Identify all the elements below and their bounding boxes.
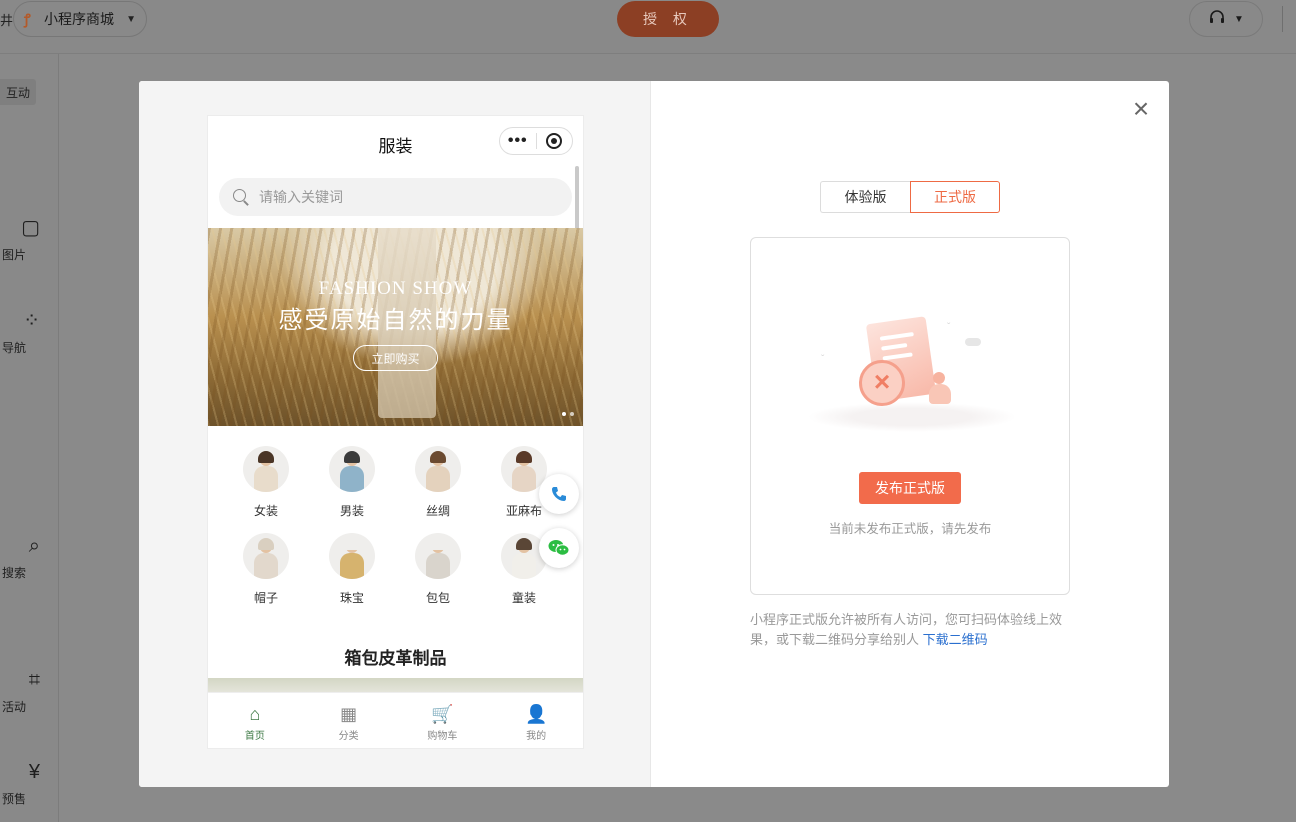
chevron-down-icon: ▼	[126, 13, 136, 25]
category-avatar	[243, 533, 289, 579]
tab-label: 购物车	[427, 731, 458, 742]
headset-icon	[1208, 9, 1226, 30]
search-placeholder: 请输入关键词	[259, 189, 343, 205]
error-icon: ×	[859, 360, 905, 406]
category-avatar	[415, 533, 461, 579]
category-label: 男装	[339, 504, 364, 518]
tab-cart[interactable]: 🛒 购物车	[396, 693, 490, 748]
tag-icon: ⌗	[28, 669, 40, 691]
grid-dots-icon: ⁘	[23, 310, 40, 332]
wechat-button[interactable]	[539, 528, 579, 568]
search-input[interactable]: 请输入关键词	[219, 178, 572, 216]
category-item[interactable]: 珠宝	[309, 533, 395, 606]
category-label: 帽子	[253, 591, 278, 605]
category-label: 包包	[425, 591, 450, 605]
publish-release-button[interactable]: 发布正式版	[859, 472, 961, 504]
tab-release-version[interactable]: 正式版	[910, 181, 1000, 213]
phone-icon	[552, 487, 566, 501]
tab-trial-version[interactable]: 体验版	[820, 181, 910, 213]
bird-icon: ˇ	[821, 354, 825, 365]
search-icon: ⌕	[28, 535, 40, 557]
sidebar-item-interact[interactable]: 互动	[0, 79, 36, 105]
category-grid: 女装 男装 丝绸 亚麻布帽子 珠宝 包包 童装	[223, 446, 567, 606]
sidebar-item-label: 预售	[1, 792, 26, 806]
menu-capsule[interactable]: •••	[499, 127, 573, 155]
close-icon[interactable]: ×	[1129, 95, 1153, 123]
category-label: 女装	[253, 504, 278, 518]
tab-label: 我的	[526, 731, 547, 742]
sidebar-item-image[interactable]: ▢ 图片	[0, 216, 46, 263]
category-label: 童装	[511, 591, 536, 605]
category-label: 亚麻布	[505, 504, 542, 518]
user-icon: 👤	[525, 704, 548, 724]
chevron-down-icon: ▼	[1234, 13, 1244, 25]
banner-zh-title: 感受原始自然的力量	[278, 307, 513, 334]
app-name: 小程序商城	[44, 11, 114, 27]
category-item[interactable]: 包包	[395, 533, 481, 606]
top-bar: 井 ꝭ 小程序商城 ▼ 授 权 ▼	[0, 0, 1296, 54]
search-icon	[233, 189, 249, 205]
phone-preview: 服装 ••• 请输入关键词 FASHION SHOW 感受原始自然的力量 立即购…	[208, 116, 583, 748]
download-qr-link[interactable]: 下载二维码	[923, 632, 988, 647]
more-icon[interactable]: •••	[500, 133, 536, 149]
category-label: 丝绸	[425, 504, 450, 518]
sidebar-item-label: 搜索	[1, 566, 26, 580]
tab-user[interactable]: 👤 我的	[489, 693, 583, 748]
category-item[interactable]: 帽子	[223, 533, 309, 606]
phone-call-button[interactable]	[539, 474, 579, 514]
category-avatar	[329, 446, 375, 492]
sidebar-item-nav[interactable]: ⁘ 导航	[0, 309, 46, 356]
app-switcher[interactable]: ꝭ 小程序商城 ▼	[13, 1, 147, 37]
presale-icon: ¥	[28, 761, 40, 783]
cloud-icon	[965, 338, 981, 346]
tab-label: 分类	[338, 731, 359, 742]
sidebar-item-label: 图片	[1, 248, 26, 262]
home-icon: ⌂	[249, 704, 261, 724]
banner-en-title: FASHION SHOW	[318, 278, 473, 299]
category-icon: ▦	[340, 704, 358, 724]
category-item[interactable]: 女装	[223, 446, 309, 519]
tab-label: 首页	[244, 731, 265, 742]
sidebar-item-label: 导航	[1, 341, 26, 355]
tab-category[interactable]: ▦ 分类	[302, 693, 396, 748]
publish-modal: 服装 ••• 请输入关键词 FASHION SHOW 感受原始自然的力量 立即购…	[139, 81, 1169, 787]
sidebar-item-activity[interactable]: ⌗ 活动	[0, 668, 46, 715]
top-left-cut-label: 井	[0, 13, 14, 28]
release-description: 小程序正式版允许被所有人访问，您可扫码体验线上效果，或下载二维码分享给别人 下载…	[750, 610, 1074, 650]
authorize-button[interactable]: 授 权	[617, 1, 719, 37]
app-logo-icon: ꝭ	[24, 11, 31, 27]
section-title: 箱包皮革制品	[344, 649, 447, 668]
qr-code-box: × ˇ ˇ 发布正式版 当前未发布正式版，请先发布	[750, 237, 1070, 595]
wechat-icon	[548, 540, 570, 556]
sidebar-item-label: 活动	[1, 700, 26, 714]
description-text: 小程序正式版允许被所有人访问，您可扫码体验线上效果，或下载二维码分享给别人	[750, 612, 1063, 647]
sidebar: 互动 ▢ 图片 ⁘ 导航 ⌕ 搜索 ⌗ 活动 ¥ 预售	[0, 54, 59, 822]
image-icon: ▢	[21, 217, 40, 239]
bird-icon: ˇ	[947, 322, 951, 333]
close-mini-program-icon[interactable]	[536, 133, 572, 149]
category-avatar	[243, 446, 289, 492]
category-item[interactable]: 男装	[309, 446, 395, 519]
divider	[1282, 6, 1283, 32]
preview-pane: 服装 ••• 请输入关键词 FASHION SHOW 感受原始自然的力量 立即购…	[139, 81, 651, 787]
carousel-dots[interactable]	[562, 412, 574, 416]
version-switch: 体验版 正式版	[820, 181, 1000, 213]
category-label: 珠宝	[339, 591, 364, 605]
category-avatar	[415, 446, 461, 492]
tab-home[interactable]: ⌂ 首页	[208, 693, 302, 748]
sidebar-item-presale[interactable]: ¥ 预售	[0, 760, 46, 807]
category-item[interactable]: 丝绸	[395, 446, 481, 519]
mini-program-navbar: 服装 •••	[208, 116, 583, 168]
hero-banner[interactable]: FASHION SHOW 感受原始自然的力量 立即购买	[208, 228, 583, 426]
tab-bar: ⌂ 首页 ▦ 分类 🛒 购物车 👤 我的	[208, 692, 583, 748]
buy-now-button[interactable]: 立即购买	[353, 345, 438, 371]
empty-state-tip: 当前未发布正式版，请先发布	[828, 522, 992, 536]
empty-state-illustration: × ˇ ˇ	[807, 302, 1017, 452]
sidebar-item-search[interactable]: ⌕ 搜索	[0, 534, 46, 581]
support-button[interactable]: ▼	[1189, 1, 1263, 37]
category-avatar	[329, 533, 375, 579]
person-icon	[927, 372, 951, 406]
cart-icon: 🛒	[431, 704, 454, 724]
section-image	[208, 678, 583, 692]
